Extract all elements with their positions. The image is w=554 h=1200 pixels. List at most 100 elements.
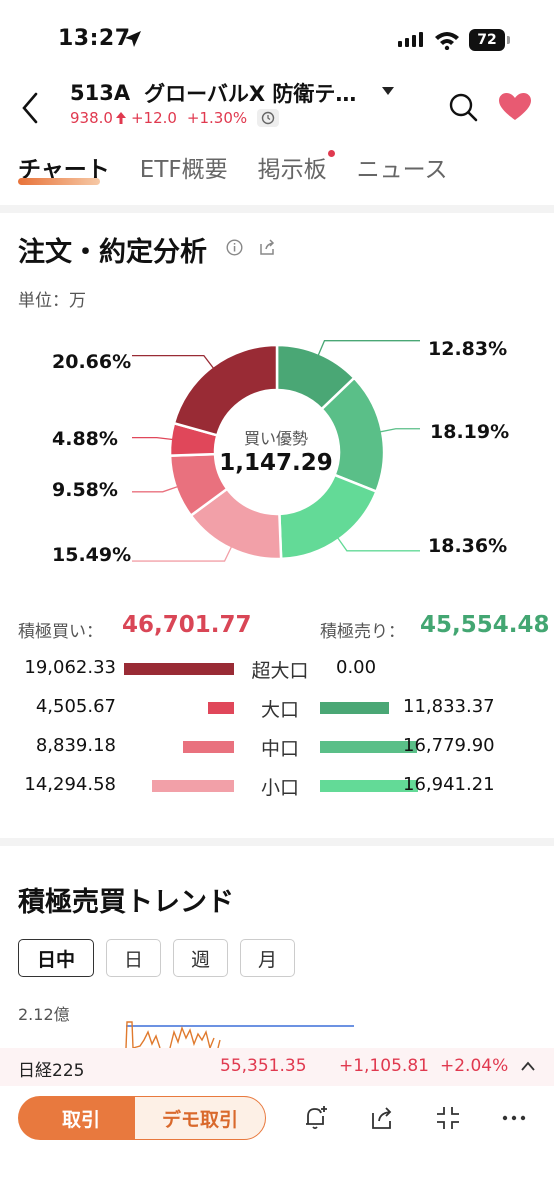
trend-title: 積極売買トレンド	[18, 887, 234, 918]
status-time: 13:27	[58, 26, 131, 51]
battery-icon: 72	[469, 29, 505, 51]
trend-chart-preview	[125, 1021, 354, 1050]
leader-line	[132, 485, 179, 493]
pct-label-sell-small: 18.36%	[428, 535, 508, 557]
title-row[interactable]: 513A グローバルX 防衛テ…	[70, 78, 356, 108]
trend-y-max-label: 2.12億	[18, 1005, 70, 1024]
aggressive-buy-label: 積極買い：	[18, 622, 103, 642]
leader-line	[317, 340, 420, 357]
back-chevron-icon[interactable]	[14, 88, 48, 128]
index-change-pct: +2.04%	[440, 1056, 509, 1076]
share-icon[interactable]	[368, 1104, 396, 1132]
period-tab-week[interactable]: 週	[173, 939, 228, 977]
info-icon[interactable]	[226, 239, 243, 256]
flow-row-large: 4,505.67 大口 11,833.37	[0, 692, 554, 722]
cellular-signal-icon	[398, 32, 423, 47]
notification-dot	[327, 150, 335, 157]
period-tab-day[interactable]: 日	[106, 939, 161, 977]
flow-row-xlarge: 19,062.33 超大口 0.00	[0, 653, 554, 683]
donut-center-label: 買い優勢	[243, 429, 308, 448]
category-label: 超大口	[251, 660, 309, 682]
buy-amount: 14,294.58	[24, 774, 116, 795]
active-tab-indicator	[18, 178, 100, 185]
buy-amount: 19,062.33	[24, 657, 116, 678]
tab-bar: チャート ETF概要 掲示板 ニュース	[18, 150, 477, 185]
tab-label: ニュース	[356, 157, 448, 183]
wifi-icon	[435, 32, 459, 50]
tab-chart[interactable]: チャート	[18, 150, 110, 185]
donut-slice	[172, 343, 279, 437]
leader-line	[132, 436, 174, 441]
bottom-toolbar: 取引 デモ取引	[0, 1086, 554, 1200]
more-icon[interactable]	[500, 1104, 528, 1132]
aggressive-buy-total: 46,701.77	[122, 612, 252, 638]
search-icon[interactable]	[446, 90, 480, 124]
sell-amount: 11,833.37	[403, 696, 495, 717]
fund-name: グローバルX 防衛テ…	[144, 82, 357, 106]
price-row: 938.0 +12.0 +1.30%	[70, 109, 280, 127]
chevron-up-icon[interactable]	[520, 1060, 536, 1072]
ticker-code: 513A	[70, 81, 131, 105]
pct-label-buy-xlarge: 20.66%	[52, 351, 132, 373]
donut-slice	[278, 473, 379, 561]
bell-add-icon[interactable]	[302, 1104, 330, 1132]
period-tab-month[interactable]: 月	[240, 939, 295, 977]
demo-trade-button[interactable]: デモ取引	[134, 1096, 266, 1140]
pct-label-sell-medium: 18.19%	[430, 421, 510, 443]
battery-tip	[507, 36, 510, 44]
price-change: +12.0	[130, 109, 177, 127]
favorite-heart-icon[interactable]	[498, 92, 532, 122]
buy-bar	[124, 663, 234, 675]
section-divider	[0, 205, 554, 213]
flow-row-small: 14,294.58 小口 16,941.21	[0, 770, 554, 800]
index-value: 55,351.35	[220, 1056, 307, 1076]
leader-line	[336, 536, 420, 552]
buy-bar	[183, 741, 234, 753]
donut-center-value: 1,147.29	[219, 450, 333, 476]
tab-label: ETF概要	[139, 157, 228, 183]
aggressive-sell-label: 積極売り：	[320, 622, 405, 642]
arrow-up-icon	[115, 112, 126, 124]
pct-label-sell-large: 12.83%	[428, 338, 508, 360]
period-tab-intraday[interactable]: 日中	[18, 939, 94, 977]
flow-row-medium: 8,839.18 中口 16,779.90	[0, 731, 554, 761]
index-ticker-bar[interactable]: 日経225 55,351.35 +1,105.81 +2.04%	[0, 1048, 554, 1086]
section-divider	[0, 838, 554, 846]
index-change: +1,105.81	[339, 1056, 429, 1076]
buy-amount: 8,839.18	[35, 735, 116, 756]
leader-line	[132, 545, 233, 562]
clock-icon[interactable]	[257, 109, 280, 127]
pct-label-buy-medium: 9.58%	[52, 479, 118, 501]
pct-label-buy-small: 15.49%	[52, 544, 132, 566]
share-icon[interactable]	[258, 238, 276, 256]
period-tabs: 日中 日 週 月	[18, 939, 295, 977]
trade-button[interactable]: 取引	[18, 1096, 144, 1140]
buy-amount: 4,505.67	[35, 696, 116, 717]
leader-line	[378, 428, 420, 433]
aggressive-sell-total: 45,554.48	[420, 612, 550, 638]
category-label: 大口	[260, 699, 299, 721]
tab-board[interactable]: 掲示板	[257, 150, 335, 184]
sell-bar	[320, 702, 389, 714]
tab-etf-overview[interactable]: ETF概要	[140, 150, 228, 184]
tab-news[interactable]: ニュース	[357, 150, 448, 184]
leader-line	[132, 354, 215, 370]
buy-bar	[152, 780, 234, 792]
collapse-icon[interactable]	[434, 1104, 462, 1132]
dropdown-triangle-icon[interactable]	[381, 86, 395, 96]
price-change-pct: +1.30%	[186, 109, 248, 127]
category-label: 小口	[260, 777, 299, 799]
current-price: 938.0	[70, 109, 113, 127]
buy-bar	[208, 702, 234, 714]
tab-label: 掲示板	[257, 157, 327, 183]
status-bar: 13:27 72	[0, 0, 554, 72]
unit-label: 単位：万	[18, 291, 86, 311]
location-arrow-icon	[125, 31, 141, 47]
index-name: 日経225	[18, 1061, 85, 1081]
sell-amount: 0.00	[336, 657, 377, 678]
pct-label-buy-large: 4.88%	[52, 428, 118, 450]
order-analysis-title: 注文・約定分析	[18, 237, 207, 268]
category-label: 中口	[260, 738, 299, 760]
sell-amount: 16,941.21	[403, 774, 495, 795]
sell-amount: 16,779.90	[403, 735, 495, 756]
